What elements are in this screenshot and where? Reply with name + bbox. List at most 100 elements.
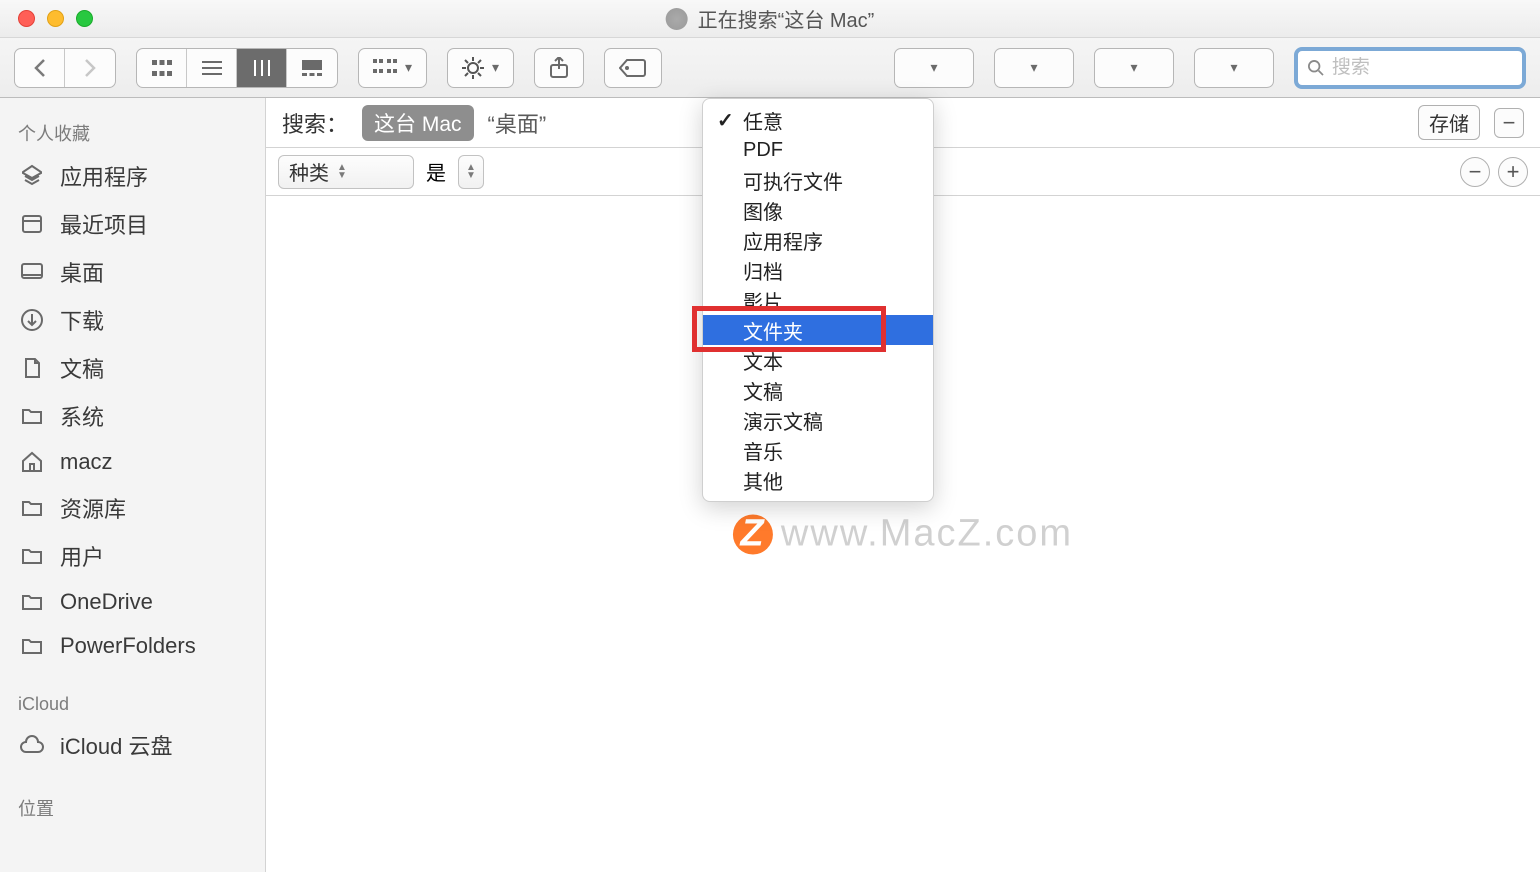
sidebar-section-header-icloud: iCloud	[0, 686, 265, 721]
sidebar: 个人收藏 应用程序 最近项目 桌面 下载 文稿 系统 macz	[0, 98, 266, 872]
search-scope-this-mac[interactable]: 这台 Mac	[362, 105, 474, 141]
sidebar-item-label: iCloud 云盘	[60, 729, 172, 761]
home-icon	[18, 448, 46, 476]
search-field[interactable]	[1294, 47, 1526, 89]
group-by-button[interactable]: ▾	[358, 48, 427, 88]
traffic-lights	[0, 10, 93, 27]
folder-icon	[18, 542, 46, 570]
nav-back-button[interactable]	[15, 49, 65, 87]
kind-option[interactable]: 文件夹	[703, 315, 933, 345]
sidebar-item-system[interactable]: 系统	[0, 392, 265, 440]
folder-icon	[18, 632, 46, 660]
sidebar-item-label: 桌面	[60, 256, 104, 288]
toolbar-dropdown-1[interactable]: ▾	[894, 48, 974, 88]
collapse-button[interactable]: −	[1494, 108, 1524, 138]
kind-option[interactable]: 可执行文件	[703, 165, 933, 195]
sidebar-item-label: 文稿	[60, 352, 104, 384]
recents-icon	[18, 210, 46, 238]
criteria-is-label: 是	[426, 157, 446, 186]
cloud-icon	[18, 731, 46, 759]
documents-icon	[18, 354, 46, 382]
sidebar-item-label: 下载	[60, 304, 104, 336]
kind-option[interactable]: 应用程序	[703, 225, 933, 255]
sidebar-item-powerfolders[interactable]: PowerFolders	[0, 624, 265, 668]
save-search-button[interactable]: 存储	[1418, 105, 1480, 140]
kind-option[interactable]: 任意	[703, 105, 933, 135]
sidebar-item-library[interactable]: 资源库	[0, 484, 265, 532]
criteria-attribute-select[interactable]: 种类 ▲▼	[278, 155, 414, 189]
action-menu-button[interactable]: ▾	[447, 48, 514, 88]
kind-dropdown-menu[interactable]: 任意PDF可执行文件图像应用程序归档影片文件夹文本文稿演示文稿音乐其他	[702, 98, 934, 502]
chevron-down-icon: ▾	[1030, 59, 1037, 76]
kind-option[interactable]: 影片	[703, 285, 933, 315]
sidebar-item-label: 用户	[60, 540, 104, 572]
sidebar-item-documents[interactable]: 文稿	[0, 344, 265, 392]
minimize-window-button[interactable]	[47, 10, 64, 27]
view-mode-group	[136, 48, 338, 88]
kind-option[interactable]: PDF	[703, 135, 933, 165]
kind-option[interactable]: 演示文稿	[703, 405, 933, 435]
view-columns-button[interactable]	[237, 49, 287, 87]
sidebar-section-header-favorites: 个人收藏	[0, 112, 265, 152]
add-criteria-button[interactable]: +	[1498, 157, 1528, 187]
sidebar-item-label: 最近项目	[60, 208, 148, 240]
sidebar-item-label: 应用程序	[60, 160, 148, 192]
main-pane: 搜索： 这台 Mac “桌面” 存储 − 种类 ▲▼ 是 ▲▼ − + Zwww…	[266, 98, 1540, 872]
share-button[interactable]	[534, 48, 584, 88]
sidebar-item-icloud-drive[interactable]: iCloud 云盘	[0, 721, 265, 769]
sidebar-item-downloads[interactable]: 下载	[0, 296, 265, 344]
search-scope-label: 搜索：	[282, 107, 348, 139]
sidebar-item-label: OneDrive	[60, 589, 153, 615]
nav-back-forward	[14, 48, 116, 88]
sidebar-item-label: 系统	[60, 400, 104, 432]
updown-icon: ▲▼	[466, 164, 476, 180]
window-titlebar: 正在搜索“这台 Mac”	[0, 0, 1540, 38]
sidebar-item-users[interactable]: 用户	[0, 532, 265, 580]
folder-icon	[18, 402, 46, 430]
toolbar-dropdown-3[interactable]: ▾	[1094, 48, 1174, 88]
kind-option[interactable]: 文稿	[703, 375, 933, 405]
remove-criteria-button[interactable]: −	[1460, 157, 1490, 187]
criteria-attribute-value: 种类	[289, 157, 329, 186]
smart-folder-icon	[666, 8, 688, 30]
sidebar-item-label: 资源库	[60, 492, 126, 524]
tag-button[interactable]	[604, 48, 662, 88]
close-window-button[interactable]	[18, 10, 35, 27]
sidebar-item-home[interactable]: macz	[0, 440, 265, 484]
sidebar-item-label: macz	[60, 449, 113, 475]
search-scope-desktop[interactable]: “桌面”	[488, 107, 547, 139]
sidebar-section-header-locations: 位置	[0, 787, 265, 827]
sidebar-item-recents[interactable]: 最近项目	[0, 200, 265, 248]
downloads-icon	[18, 306, 46, 334]
nav-forward-button[interactable]	[65, 49, 115, 87]
window-title: 正在搜索“这台 Mac”	[666, 4, 875, 33]
window-body: 个人收藏 应用程序 最近项目 桌面 下载 文稿 系统 macz	[0, 98, 1540, 872]
window-title-text: 正在搜索“这台 Mac”	[698, 4, 875, 33]
updown-icon: ▲▼	[337, 164, 347, 180]
watermark: Zwww.MacZ.com	[733, 513, 1073, 556]
view-icons-button[interactable]	[137, 49, 187, 87]
chevron-down-icon: ▾	[1230, 59, 1237, 76]
view-list-button[interactable]	[187, 49, 237, 87]
folder-icon	[18, 588, 46, 616]
toolbar-dropdown-2[interactable]: ▾	[994, 48, 1074, 88]
toolbar: ▾ ▾ ▾ ▾ ▾ ▾	[0, 38, 1540, 98]
kind-option[interactable]: 归档	[703, 255, 933, 285]
fullscreen-window-button[interactable]	[76, 10, 93, 27]
kind-option[interactable]: 文本	[703, 345, 933, 375]
chevron-down-icon: ▾	[405, 59, 412, 76]
criteria-value-select-partial[interactable]: ▲▼	[458, 155, 484, 189]
sidebar-item-desktop[interactable]: 桌面	[0, 248, 265, 296]
chevron-down-icon: ▾	[1130, 59, 1137, 76]
kind-option[interactable]: 音乐	[703, 435, 933, 465]
view-gallery-button[interactable]	[287, 49, 337, 87]
search-input[interactable]	[1332, 57, 1512, 79]
sidebar-item-label: PowerFolders	[60, 633, 196, 659]
desktop-icon	[18, 258, 46, 286]
toolbar-dropdown-4[interactable]: ▾	[1194, 48, 1274, 88]
folder-icon	[18, 494, 46, 522]
kind-option[interactable]: 图像	[703, 195, 933, 225]
sidebar-item-applications[interactable]: 应用程序	[0, 152, 265, 200]
sidebar-item-onedrive[interactable]: OneDrive	[0, 580, 265, 624]
kind-option[interactable]: 其他	[703, 465, 933, 495]
